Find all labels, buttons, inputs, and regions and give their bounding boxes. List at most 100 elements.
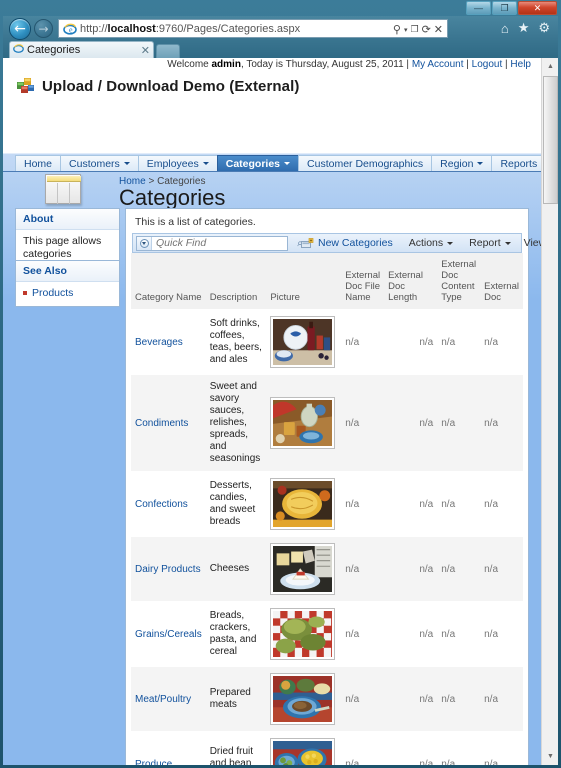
minimize-button[interactable]: — — [466, 1, 491, 15]
column-header-doc[interactable]: External Doc — [480, 253, 523, 310]
report-menu-button[interactable]: Report — [466, 235, 514, 251]
cell-doc: n/a — [480, 471, 523, 537]
nav-item-customer-demographics[interactable]: Customer Demographics — [298, 155, 433, 172]
table-row[interactable]: Beverages Soft drinks, coffees, teas, be… — [131, 309, 523, 375]
cell-category-name: Confections — [131, 471, 206, 537]
column-header-doc-content-type[interactable]: External Doc Content Type — [437, 253, 481, 310]
category-link[interactable]: Beverages — [135, 337, 183, 348]
chevron-down-icon — [202, 162, 209, 165]
cell-doc: n/a — [480, 374, 523, 472]
logout-link[interactable]: Logout — [472, 59, 503, 70]
browser-tab-categories[interactable]: Categories ✕ — [9, 41, 154, 58]
tab-favicon-icon — [13, 41, 24, 59]
back-button[interactable]: ← — [9, 18, 31, 40]
cell-category-name: Beverages — [131, 309, 206, 375]
table-body: Beverages Soft drinks, coffees, teas, be… — [131, 309, 523, 766]
browser-toolbar-icons: ⌂ ★ ⚙ — [501, 20, 550, 36]
scrollbar-thumb[interactable] — [543, 76, 558, 204]
category-link[interactable]: Dairy Products — [135, 564, 201, 575]
category-thumbnail — [270, 608, 336, 660]
category-thumbnail — [270, 316, 336, 368]
scroll-up-arrow-icon[interactable]: ▲ — [542, 58, 558, 75]
column-header-doc-file-name[interactable]: External Doc File Name — [341, 253, 385, 310]
column-header-picture[interactable]: Picture — [266, 253, 342, 310]
cell-doc-content-type: n/a — [437, 536, 481, 602]
stop-icon[interactable]: ✕ — [434, 23, 443, 36]
cell-picture — [266, 601, 342, 667]
table-row[interactable]: Confections Desserts, candies, and sweet… — [131, 471, 523, 537]
chevron-down-icon — [123, 162, 130, 165]
bullet-icon — [23, 291, 27, 296]
page-title-app: Upload / Download Demo (External) — [42, 77, 300, 95]
home-icon[interactable]: ⌂ — [501, 21, 509, 36]
nav-label-reports: Reports — [500, 157, 538, 170]
main-navigation: Home Customers Employees Categories Cust… — [15, 154, 541, 172]
nav-label-home: Home — [24, 157, 53, 170]
grid-page-icon — [45, 174, 83, 206]
nav-item-home[interactable]: Home — [15, 155, 62, 172]
nav-item-categories[interactable]: Categories — [216, 155, 300, 172]
category-link[interactable]: Grains/Cereals — [135, 629, 202, 640]
browser-chrome: ← → e http://localhost:9760/Pages/Catego… — [3, 16, 558, 58]
cell-doc: n/a — [480, 309, 523, 375]
cell-picture — [266, 666, 342, 732]
category-link[interactable]: Produce — [135, 759, 172, 766]
scroll-down-arrow-icon[interactable]: ▼ — [542, 748, 558, 765]
nav-item-employees[interactable]: Employees — [137, 155, 218, 172]
table-row[interactable]: Grains/Cereals Breads, crackers, pasta, … — [131, 601, 523, 667]
app-logo-icon — [17, 77, 35, 95]
close-button[interactable]: ✕ — [518, 1, 557, 15]
actions-menu-button[interactable]: Actions — [406, 235, 456, 251]
compatibility-view-icon[interactable]: ❐ — [410, 24, 418, 35]
cell-doc-content-type: n/a — [437, 374, 481, 472]
nav-item-reports[interactable]: Reports — [491, 155, 541, 172]
search-dropdown-icon[interactable]: ▾ — [404, 26, 408, 34]
forward-button[interactable]: → — [34, 19, 53, 38]
table-row[interactable]: Meat/Poultry Prepared meats n/a n/a n/a … — [131, 666, 523, 732]
table-row[interactable]: Produce Dried fruit and bean curd — [131, 731, 523, 766]
quick-find-dropdown-button[interactable] — [137, 236, 152, 250]
chevron-down-icon — [477, 162, 484, 165]
refresh-icon[interactable]: ⟳ — [422, 23, 431, 36]
forward-arrow-icon: → — [38, 22, 49, 36]
category-link[interactable]: Condiments — [135, 418, 188, 429]
nav-item-region[interactable]: Region — [431, 155, 493, 172]
my-account-link[interactable]: My Account — [412, 59, 464, 70]
gear-icon[interactable]: ⚙ — [538, 20, 550, 36]
search-icon[interactable]: ⚲ — [393, 23, 401, 36]
maximize-button[interactable]: ❐ — [492, 1, 517, 15]
search-input[interactable] — [152, 237, 293, 249]
category-thumbnail — [270, 543, 336, 595]
chevron-down-icon — [504, 241, 511, 245]
column-header-doc-length[interactable]: External Doc Length — [384, 253, 438, 310]
see-also-item-products[interactable]: Products — [23, 287, 113, 300]
category-thumbnail — [270, 738, 336, 765]
table-row[interactable]: Condiments Sweet and savory sauces, reli… — [131, 374, 523, 472]
table-header: Category Name Description Picture Extern… — [131, 253, 523, 310]
help-link[interactable]: Help — [510, 59, 531, 70]
category-link[interactable]: Meat/Poultry — [135, 694, 191, 705]
category-link[interactable]: Confections — [135, 499, 188, 510]
navigation-bar: ← → e http://localhost:9760/Pages/Catego… — [3, 16, 558, 41]
favorites-star-icon[interactable]: ★ — [518, 20, 530, 36]
nav-label-categories: Categories — [225, 157, 281, 170]
address-bar[interactable]: e http://localhost:9760/Pages/Categories… — [58, 19, 448, 38]
quick-find-container[interactable]: ⌕ — [136, 235, 303, 251]
column-header-category-name[interactable]: Category Name — [131, 253, 206, 310]
new-categories-button[interactable]: New Categories — [298, 235, 396, 251]
table-row[interactable]: Dairy Products Cheeses n/a n/a n/a n/a — [131, 536, 523, 602]
page-scrollbar[interactable]: ▲ ▼ — [541, 58, 558, 765]
tab-close-icon[interactable]: ✕ — [141, 44, 150, 57]
site-header: Upload / Download Demo (External) — [3, 72, 541, 100]
chevron-down-icon — [284, 162, 291, 165]
cell-doc-file-name: n/a — [341, 309, 385, 375]
cell-doc-content-type: n/a — [437, 471, 481, 537]
new-tab-button[interactable] — [156, 44, 180, 58]
see-also-link-products[interactable]: Products — [32, 287, 73, 300]
cell-doc-file-name: n/a — [341, 666, 385, 732]
cell-description: Breads, crackers, pasta, and cereal — [205, 601, 267, 667]
column-header-description[interactable]: Description — [205, 253, 267, 310]
nav-item-customers[interactable]: Customers — [60, 155, 139, 172]
cell-description: Sweet and savory sauces, relishes, sprea… — [205, 374, 267, 472]
new-record-icon — [301, 237, 314, 249]
